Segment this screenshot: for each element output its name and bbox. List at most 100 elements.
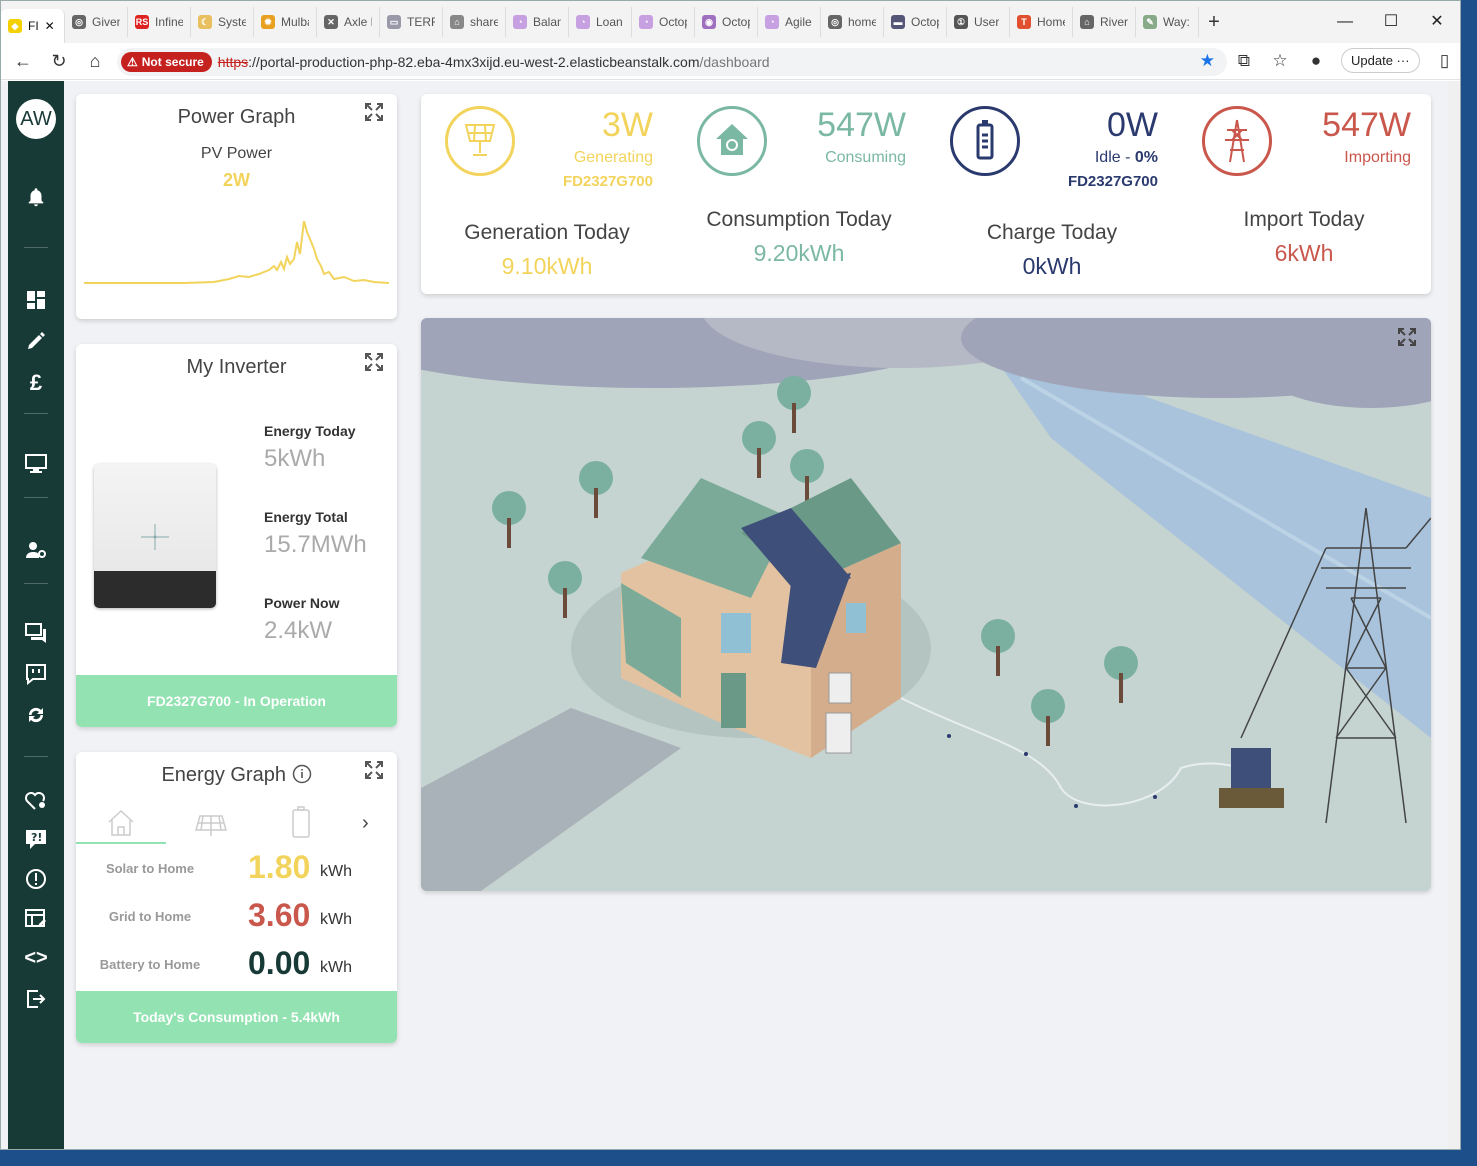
battery-status: Idle - 0% [1021,149,1158,167]
chevron-right-icon[interactable]: › [362,812,369,835]
pv-power-line [84,220,389,284]
not-secure-badge[interactable]: ⚠ Not secure [121,52,212,72]
browser-tab[interactable]: ◎ Given [65,7,128,37]
feedback-icon[interactable] [8,663,64,691]
browser-tab[interactable]: ◔ Balan [506,7,569,37]
alert-icon[interactable] [8,868,64,896]
consumption-today-label: Consumption Today [706,208,892,231]
code-icon[interactable]: <> [8,947,64,970]
help-chat-icon[interactable]: ?! [8,829,64,857]
browser-tab[interactable]: T Home [1010,7,1073,37]
pound-icon[interactable]: £ [8,370,64,396]
avatar[interactable]: AW [16,99,56,139]
power-now-label: Power Now [264,595,340,611]
pencil-icon[interactable] [8,331,64,357]
battery-to-home-unit: kWh [320,959,352,976]
sidebar-divider [24,497,48,498]
page-scrollbar[interactable] [1448,81,1460,1149]
browser-tab[interactable]: ▭ TERR [380,7,443,37]
solar-power-value: 3W [602,106,653,144]
maximize-icon[interactable]: ☐ [1368,1,1414,43]
user-settings-icon[interactable] [8,540,64,566]
browser-tab[interactable]: ⌂ Rivers [1073,7,1136,37]
logout-icon[interactable] [8,988,64,1016]
back-icon[interactable]: ← [5,51,41,72]
expand-icon[interactable] [364,352,384,372]
browser-tab[interactable]: ☾ Syster [191,7,254,37]
browser-tab[interactable]: ⌂ share [443,7,506,37]
tab-home[interactable] [76,804,166,844]
energy-total-value: 15.7MWh [264,531,367,558]
browser-tab[interactable]: ① User [947,7,1010,37]
tab-favicon-icon: ⌂ [1080,15,1094,29]
profile-icon[interactable]: ● [1305,51,1327,71]
inverter-image [94,464,216,608]
consumption-today-value: 9.20kWh [753,240,845,266]
minimize-icon[interactable]: — [1322,1,1368,43]
browser-tab[interactable]: ◔ Octop [632,7,695,37]
dashboard-icon[interactable] [8,290,64,316]
energy-graph-card: Energy Graph › Solar to Home 1.80 kWh Gr… [76,752,397,1043]
tab-title: Syster [218,15,246,29]
browser-tab[interactable]: ◉ Octop [695,7,758,37]
grid-power-value: 547W [1322,106,1411,144]
tab-favicon-icon: ◎ [72,15,86,29]
browser-tab[interactable]: ◆ FI ✕ [1,9,65,43]
energy-total-label: Energy Total [264,509,348,525]
battery-percent: 0% [1134,149,1158,166]
expand-icon[interactable] [364,102,384,122]
favorites-icon[interactable]: ☆ [1269,51,1291,71]
close-tab-icon[interactable]: ✕ [45,19,55,33]
url-scheme: https [217,54,249,70]
home-icon[interactable]: ⌂ [77,51,113,72]
browser-tab[interactable]: ◔ Loan [569,7,632,37]
browser-tab[interactable]: ◔ Agile [758,7,821,37]
new-tab-button[interactable]: + [1199,11,1229,34]
url-field[interactable]: ⚠ Not secure https://portal-production-ph… [117,48,1227,76]
browser-tab[interactable]: ▬ Octop [884,7,947,37]
energy-flow-illustration [421,318,1431,891]
browser-tab[interactable]: ◎ home [821,7,884,37]
battery-power-value: 0W [1107,106,1158,144]
update-button[interactable]: Update ··· [1341,48,1420,73]
warning-icon: ⚠ [127,55,138,69]
tab-title: Octop [659,15,687,29]
tab-battery[interactable] [266,804,336,844]
tab-title: home [848,15,876,29]
reload-icon[interactable]: ↻ [41,51,77,72]
tab-favicon-icon: ✹ [261,15,275,29]
tab-favicon-icon: RS [135,15,149,29]
sync-icon[interactable] [8,704,64,732]
battery-serial: FD2327G700 [1067,173,1158,190]
pylon-icon [1225,119,1249,163]
window-controls: — ☐ ✕ [1322,1,1460,43]
tab-title: Way: [1163,15,1190,29]
stats-card: 3W Generating FD2327G700 547W Consuming … [421,94,1431,294]
browser-tab[interactable]: RS Infine [128,7,191,37]
tab-title: Infine [155,15,183,29]
browser-tab[interactable]: ✎ Way: [1136,7,1199,37]
tab-solar[interactable] [176,804,246,844]
home-power-value: 547W [817,106,906,144]
extensions-icon[interactable]: ⧉ [1233,51,1255,71]
expand-icon[interactable] [364,760,384,780]
chat-icon[interactable] [8,623,64,649]
sidebar-toggle-icon[interactable]: ▯ [1434,51,1456,71]
tab-title: TERR [407,15,435,29]
expand-icon[interactable] [1397,327,1417,347]
close-icon[interactable]: ✕ [1414,1,1460,43]
browser-toolbar-right: ⧉ ☆ ● Update ··· ▯ [1233,48,1456,73]
solar-serial: FD2327G700 [562,173,653,190]
bookmark-star-icon[interactable]: ★ [1200,51,1215,71]
browser-tab[interactable]: ✕ Axle E [317,7,380,37]
table-edit-icon[interactable] [8,908,64,936]
heart-settings-icon[interactable] [8,789,64,817]
browser-tab[interactable]: ✹ Mulba [254,7,317,37]
tab-title: share [470,15,498,29]
info-icon[interactable] [292,764,312,784]
tab-title: Mulba [281,15,309,29]
monitor-icon[interactable] [8,454,64,480]
tab-favicon-icon: ◔ [639,15,653,29]
battery-icon [292,806,310,838]
bell-icon[interactable] [8,186,64,214]
